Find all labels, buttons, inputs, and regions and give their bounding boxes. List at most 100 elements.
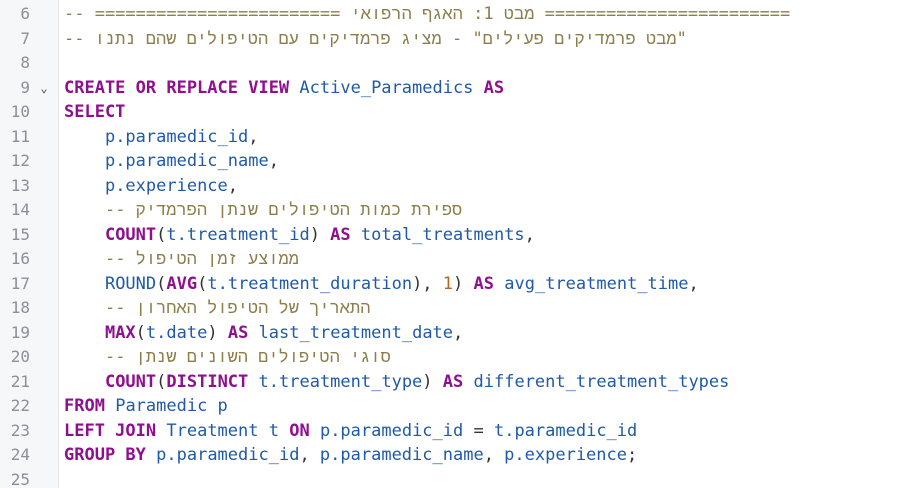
code-line[interactable]: 15 COUNT(t.treatment_id) AS total_treatm…: [0, 223, 907, 248]
line-number: 22: [10, 396, 30, 415]
code-text: -- סוגי הטיפולים השונים שנתן: [64, 345, 391, 370]
code-line[interactable]: 12 p.paramedic_name,: [0, 149, 907, 174]
code-line[interactable]: 16 -- ממוצע זמן הטיפול: [0, 247, 907, 272]
code-token: ,: [299, 445, 320, 465]
code-token: (: [156, 224, 167, 245]
code-line[interactable]: 9 ⌄ CREATE OR REPLACE VIEW Active_Paramedi…: [0, 76, 907, 101]
code-text: p.paramedic_name,: [64, 149, 279, 174]
code-line[interactable]: 7 -- מבט פרמדיקים פעילים" - מציג פרמדיקים…: [0, 27, 907, 52]
code-token: -- ספירת כמות הטיפולים שנתן הפרמדיק: [104, 200, 463, 220]
line-number: 20: [10, 347, 30, 366]
code-token: DISTINCT: [166, 371, 249, 392]
code-token: COUNT: [104, 371, 157, 392]
line-number: 19: [10, 322, 30, 342]
code-token: ,: [227, 175, 239, 196]
code-line[interactable]: 6 -- ======================== מבט 1: האגף…: [0, 2, 907, 27]
line-number: 24: [10, 445, 30, 464]
code-text: -- ======================== מבט 1: האגף …: [64, 2, 790, 27]
code-line[interactable]: 14 -- ספירת כמות הטיפולים שנתן הפרמדיק: [0, 198, 907, 223]
code-line[interactable]: 11 p.paramedic_id,: [0, 125, 907, 150]
line-number: 13: [10, 175, 30, 195]
code-token: p.experience: [504, 445, 627, 465]
code-token: -- סוגי הטיפולים השונים שנתן: [104, 347, 391, 367]
code-token: ON: [289, 420, 310, 441]
code-token: Active_Paramedics: [299, 77, 474, 98]
code-token: ,: [524, 224, 535, 245]
code-line[interactable]: 8: [0, 51, 907, 76]
line-number: 23: [10, 420, 30, 440]
code-token: AS: [473, 273, 494, 294]
code-editor[interactable]: 6 -- ======================== מבט 1: האגף…: [0, 0, 907, 488]
code-token: ): [207, 322, 228, 343]
code-token: -- ======================== מבט 1: האגף …: [64, 4, 791, 24]
code-token: ,: [453, 322, 464, 343]
code-token: p.experience: [104, 175, 228, 196]
code-token: (: [197, 273, 208, 294]
code-token: last_treatment_date: [258, 322, 454, 343]
code-token: AS: [227, 322, 249, 343]
code-token: total_treatments: [360, 224, 525, 245]
line-number: 18: [10, 298, 30, 317]
code-token: (: [135, 322, 146, 343]
code-token: p.paramedic_name: [104, 151, 269, 171]
code-area[interactable]: 6 -- ======================== מבט 1: האגף…: [0, 0, 907, 488]
code-token: -- מבט פרמדיקים פעילים" - מציג פרמדיקים …: [64, 28, 687, 49]
code-token: t.treatment_type: [258, 371, 423, 392]
code-token: t.treatment_id: [166, 224, 310, 245]
code-text: -- מבט פרמדיקים פעילים" - מציג פרמדיקים …: [64, 27, 687, 52]
code-token: SELECT: [64, 102, 126, 122]
code-line[interactable]: 24 GROUP BY p.paramedic_id, p.paramedic_n…: [0, 443, 907, 468]
code-line[interactable]: 10 SELECT: [0, 100, 907, 125]
code-token: -- התאריך של הטיפול האחרון: [104, 298, 371, 318]
code-token: ,: [688, 273, 699, 294]
code-token: AVG: [166, 273, 198, 294]
code-text: LEFT JOIN Treatment t ON p.paramedic_id …: [64, 419, 637, 444]
code-text: -- ממוצע זמן הטיפול: [64, 247, 299, 272]
code-token: =: [463, 420, 494, 441]
code-line[interactable]: 21 COUNT(DISTINCT t.treatment_type) AS d…: [0, 370, 907, 395]
line-number: 8: [20, 53, 30, 72]
code-text: FROM Paramedic p: [64, 394, 228, 419]
code-token: (: [156, 273, 167, 294]
line-number: 17: [10, 273, 30, 293]
code-line[interactable]: 22 FROM Paramedic p: [0, 394, 907, 419]
line-number: 16: [10, 249, 30, 268]
code-text: ROUND(AVG(t.treatment_duration), 1) AS a…: [64, 272, 699, 297]
code-text: -- ספירת כמות הטיפולים שנתן הפרמדיק: [64, 198, 462, 223]
code-text: SELECT: [64, 100, 125, 125]
code-line[interactable]: 17 ROUND(AVG(t.treatment_duration), 1) A…: [0, 272, 907, 297]
code-token: AS: [442, 371, 464, 392]
code-token: ,: [268, 151, 279, 171]
line-number: 14: [10, 200, 30, 219]
code-line[interactable]: 23 LEFT JOIN Treatment t ON p.paramedic_i…: [0, 419, 907, 444]
line-number: 12: [10, 151, 30, 170]
code-token: p.paramedic_id: [104, 126, 249, 147]
code-text: p.paramedic_id,: [64, 125, 259, 150]
code-token: CREATE OR REPLACE VIEW: [64, 77, 290, 98]
code-token: FROM: [64, 396, 105, 416]
code-line[interactable]: 18 -- התאריך של הטיפול האחרון: [0, 296, 907, 321]
code-token: ,: [483, 445, 505, 465]
code-line[interactable]: 13 p.experience,: [0, 174, 907, 199]
code-token: 1: [442, 273, 454, 294]
chevron-down-icon[interactable]: ⌄: [37, 76, 51, 101]
line-number: 25: [10, 469, 30, 488]
code-token: p.paramedic_id: [319, 420, 464, 441]
line-number: 11: [10, 126, 30, 146]
line-number: 9: [20, 77, 30, 97]
code-line[interactable]: 19 MAX(t.date) AS last_treatment_date,: [0, 321, 907, 346]
code-token: (: [156, 371, 167, 392]
code-line[interactable]: 25: [0, 468, 907, 488]
code-token: ): [453, 273, 474, 294]
code-token: Paramedic p: [115, 396, 228, 416]
code-line[interactable]: 20 -- סוגי הטיפולים השונים שנתן: [0, 345, 907, 370]
code-token: ),: [412, 273, 443, 294]
